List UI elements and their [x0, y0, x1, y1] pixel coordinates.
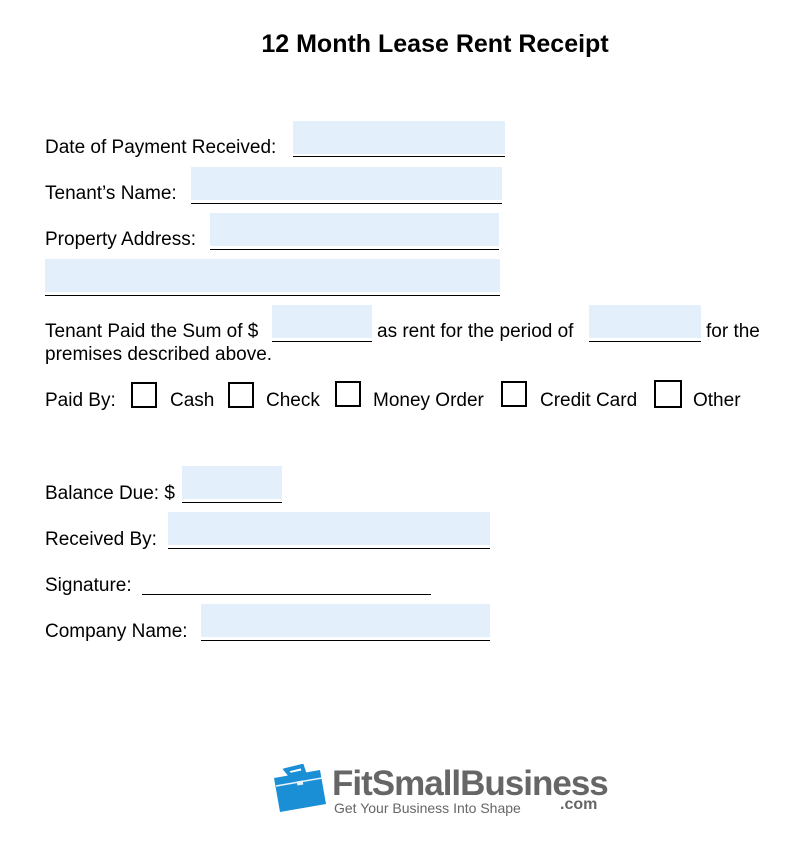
paid-sum-underline [272, 341, 372, 342]
paid-by-label: Paid By: [45, 390, 116, 411]
signature-line[interactable] [142, 594, 431, 595]
logo-domain: .com [560, 796, 598, 813]
checkbox-cash[interactable] [131, 382, 157, 408]
balance-due-field[interactable] [182, 466, 282, 499]
option-label-money-order: Money Order [373, 390, 484, 411]
checkbox-money-order[interactable] [335, 381, 361, 407]
company-name-label: Company Name: [45, 621, 188, 642]
date-underline [293, 156, 505, 157]
paid-sum-prefix: Tenant Paid the Sum of $ [45, 321, 259, 342]
received-by-field[interactable] [168, 512, 490, 545]
paid-sum-suffix: for the [706, 321, 760, 342]
option-label-other: Other [693, 390, 741, 411]
paid-sum-line2: premises described above. [45, 344, 273, 365]
property-address-underline-2 [45, 295, 500, 296]
balance-due-label: Balance Due: $ [45, 483, 175, 504]
option-label-credit-card: Credit Card [540, 390, 638, 411]
rent-period-underline [589, 341, 701, 342]
balance-due-underline [182, 502, 282, 503]
company-name-underline [201, 640, 490, 641]
date-label: Date of Payment Received: [45, 137, 277, 158]
page-title: 12 Month Lease Rent Receipt [261, 30, 609, 58]
tenant-name-underline [191, 203, 502, 204]
signature-label: Signature: [45, 575, 132, 596]
option-label-check: Check [266, 390, 320, 411]
received-by-underline [168, 548, 490, 549]
received-by-label: Received By: [45, 529, 157, 550]
rent-period-field[interactable] [589, 305, 701, 338]
tenant-name-field[interactable] [191, 167, 502, 200]
briefcase-icon [274, 764, 326, 812]
checkbox-other[interactable] [654, 380, 682, 408]
property-address-field-1[interactable] [210, 213, 499, 246]
fitsmallbusiness-logo: FitSmallBusiness Get Your Business Into … [272, 762, 609, 822]
checkbox-check[interactable] [228, 382, 254, 408]
company-name-field[interactable] [201, 604, 490, 637]
option-label-cash: Cash [170, 390, 215, 411]
property-address-field-2[interactable] [45, 259, 500, 292]
checkbox-credit-card[interactable] [501, 381, 527, 407]
tenant-name-label: Tenant’s Name: [45, 183, 177, 204]
paid-sum-middle: as rent for the period of [377, 321, 574, 342]
logo-tagline: Get Your Business Into Shape [334, 800, 521, 816]
property-address-underline-1 [210, 249, 499, 250]
paid-sum-field[interactable] [272, 305, 372, 338]
property-address-label: Property Address: [45, 229, 197, 250]
date-field[interactable] [293, 121, 505, 154]
